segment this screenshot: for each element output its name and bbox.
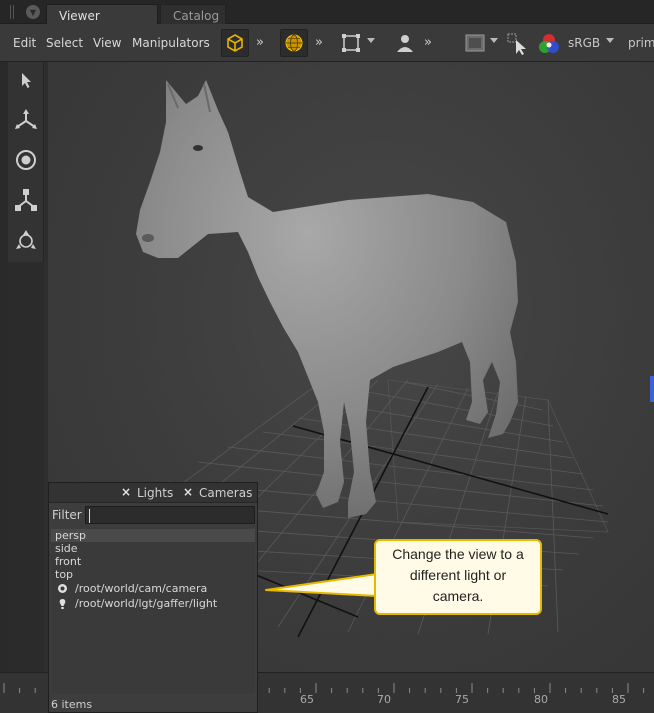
cube-icon — [227, 34, 243, 52]
callout-line-3: camera. — [432, 588, 484, 604]
tab-lights[interactable]: Lights — [137, 486, 173, 500]
tick-label: 65 — [300, 693, 314, 706]
tab-grip-handle[interactable] — [10, 5, 14, 19]
tab-catalog[interactable]: Catalog — [160, 4, 226, 24]
horse-model — [136, 80, 518, 518]
rgb-icon[interactable] — [537, 32, 561, 56]
tick-label: 75 — [455, 693, 469, 706]
tool-transform[interactable] — [12, 226, 40, 254]
tab-bar: ▼ Viewer Catalog — [0, 0, 654, 24]
gizmo-axis-marker — [650, 376, 654, 402]
item-count-label: 6 items — [51, 698, 93, 711]
transform-icon — [16, 230, 36, 249]
light-path-label: /root/world/lgt/gaffer/light — [75, 597, 218, 610]
tab-viewer[interactable]: Viewer — [46, 4, 158, 24]
viewer-window: ▼ Viewer Catalog Edit Select View Manipu… — [0, 0, 654, 713]
camera-icon — [58, 584, 67, 593]
filter-input[interactable] — [85, 506, 255, 524]
callout-line-1: Change the view to a — [392, 546, 524, 562]
tab-menu-chevron-icon[interactable]: ▼ — [26, 5, 40, 19]
tooltip-callout: Change the view to a different light or … — [374, 539, 542, 615]
menu-edit[interactable]: Edit — [13, 36, 36, 50]
tool-rotate[interactable] — [12, 146, 40, 174]
tool-select[interactable] — [12, 66, 40, 94]
tool-translate[interactable] — [12, 106, 40, 134]
display-icon[interactable] — [464, 32, 486, 54]
lights-cameras-panel: × Lights × Cameras Filter persp side fro… — [48, 482, 258, 713]
globe-button[interactable] — [280, 29, 308, 57]
list-item-persp[interactable]: persp — [51, 529, 255, 542]
frame-icon[interactable] — [340, 32, 362, 54]
list-item-camera-path[interactable]: /root/world/cam/camera — [51, 582, 255, 595]
text-caret — [89, 509, 90, 523]
person-more-chevron[interactable]: » — [424, 35, 432, 50]
filter-row: Filter — [49, 503, 257, 527]
cube-button[interactable] — [221, 29, 249, 57]
select-arrow-icon — [22, 73, 31, 88]
rotate-icon — [16, 150, 36, 170]
list-item-top[interactable]: top — [51, 568, 255, 581]
menu-view[interactable]: View — [93, 36, 121, 50]
tick-label: 80 — [534, 693, 548, 706]
scale-icon — [15, 189, 37, 211]
display-dropdown-arrow[interactable] — [490, 38, 498, 43]
list-item-side[interactable]: side — [51, 542, 255, 555]
menu-manipulators[interactable]: Manipulators — [132, 36, 210, 50]
colorspace-label[interactable]: sRGB — [568, 36, 600, 50]
callout-pointer — [265, 573, 382, 597]
list-item-front[interactable]: front — [51, 555, 255, 568]
item-count: 6 items — [49, 695, 257, 713]
manipulator-toolbar — [8, 62, 44, 262]
tool-scale[interactable] — [12, 186, 40, 214]
lights-tab-close-icon[interactable]: × — [121, 485, 131, 499]
menu-select[interactable]: Select — [46, 36, 83, 50]
left-edge-strip — [0, 62, 8, 672]
tick-label: 85 — [612, 693, 626, 706]
camera-path-label: /root/world/cam/camera — [75, 582, 208, 595]
cameras-tab-close-icon[interactable]: × — [183, 485, 193, 499]
translate-icon — [15, 109, 37, 129]
filter-label: Filter — [52, 508, 82, 522]
list-item-light-path[interactable]: /root/world/lgt/gaffer/light — [51, 597, 255, 610]
tick-label: 70 — [377, 693, 391, 706]
prim-label-truncated[interactable]: prim — [628, 36, 654, 50]
panel-header: × Lights × Cameras — [49, 483, 257, 503]
person-icon[interactable] — [394, 32, 416, 54]
viewer-toolbar: Edit Select View Manipulators » » » sRGB… — [0, 24, 654, 62]
select-arrow-icon[interactable] — [506, 32, 530, 56]
light-icon — [59, 599, 66, 609]
cube-more-chevron[interactable]: » — [256, 35, 264, 50]
tab-cameras[interactable]: Cameras — [199, 486, 252, 500]
colorspace-dropdown-arrow[interactable] — [606, 38, 614, 43]
globe-icon — [285, 34, 303, 52]
callout-line-2: different light or — [409, 567, 507, 583]
camera-list[interactable]: persp side front top /root/world/cam/cam… — [51, 529, 255, 693]
frame-dropdown-arrow[interactable] — [367, 38, 375, 43]
globe-more-chevron[interactable]: » — [315, 35, 323, 50]
